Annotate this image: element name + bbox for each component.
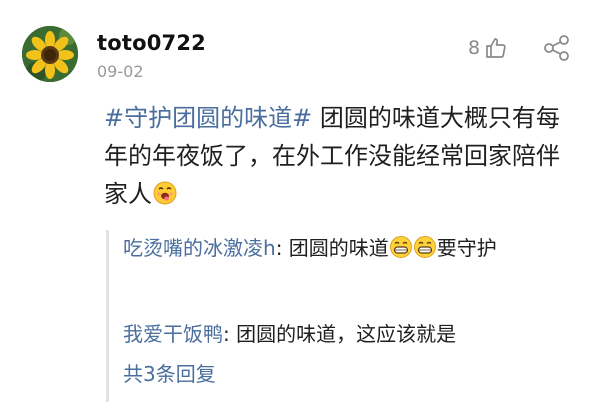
sunflower-avatar-icon — [22, 26, 78, 82]
comment-body: #守护团圆的味道# 团圆的味道大概只有每年的年夜饭了，在外工作没能经常回家陪伴家… — [104, 99, 574, 217]
reply-text: 团圆的味道 — [282, 236, 389, 260]
like-button[interactable]: 8 — [468, 36, 508, 60]
reply-item[interactable]: 我爱干饭鸭: 团圆的味道，这应该就是 — [123, 316, 575, 352]
avatar[interactable] — [22, 26, 78, 82]
reply-list: 吃烫嘴的冰激凌h: 团圆的味道 要守护 我爱干饭鸭: 团圆的味道，这应该就是 共… — [106, 230, 577, 402]
reply-item[interactable]: 吃烫嘴的冰激凌h: 团圆的味道 要守护 — [123, 230, 575, 270]
reply-username[interactable]: 我爱干饭鸭 — [123, 322, 223, 346]
like-count: 8 — [468, 37, 481, 59]
reply-username[interactable]: 吃烫嘴的冰激凌h — [123, 236, 276, 260]
share-button[interactable] — [543, 35, 571, 65]
username[interactable]: toto0722 — [97, 31, 206, 55]
grinning-face-emoji — [389, 234, 413, 270]
comment-date: 09-02 — [97, 62, 144, 81]
reply-separator: : — [223, 322, 230, 346]
thumbs-up-icon — [486, 38, 506, 58]
hashtag-link[interactable]: #守护团圆的味道# — [104, 104, 312, 132]
reply-text: 团圆的味道，这应该就是 — [229, 322, 457, 346]
reply-text-continued: 要守护 — [436, 236, 497, 260]
view-more-replies-link[interactable]: 共3条回复 — [123, 356, 216, 392]
drooling-face-emoji — [152, 179, 178, 217]
grinning-face-emoji — [413, 234, 437, 270]
share-icon — [544, 35, 569, 61]
